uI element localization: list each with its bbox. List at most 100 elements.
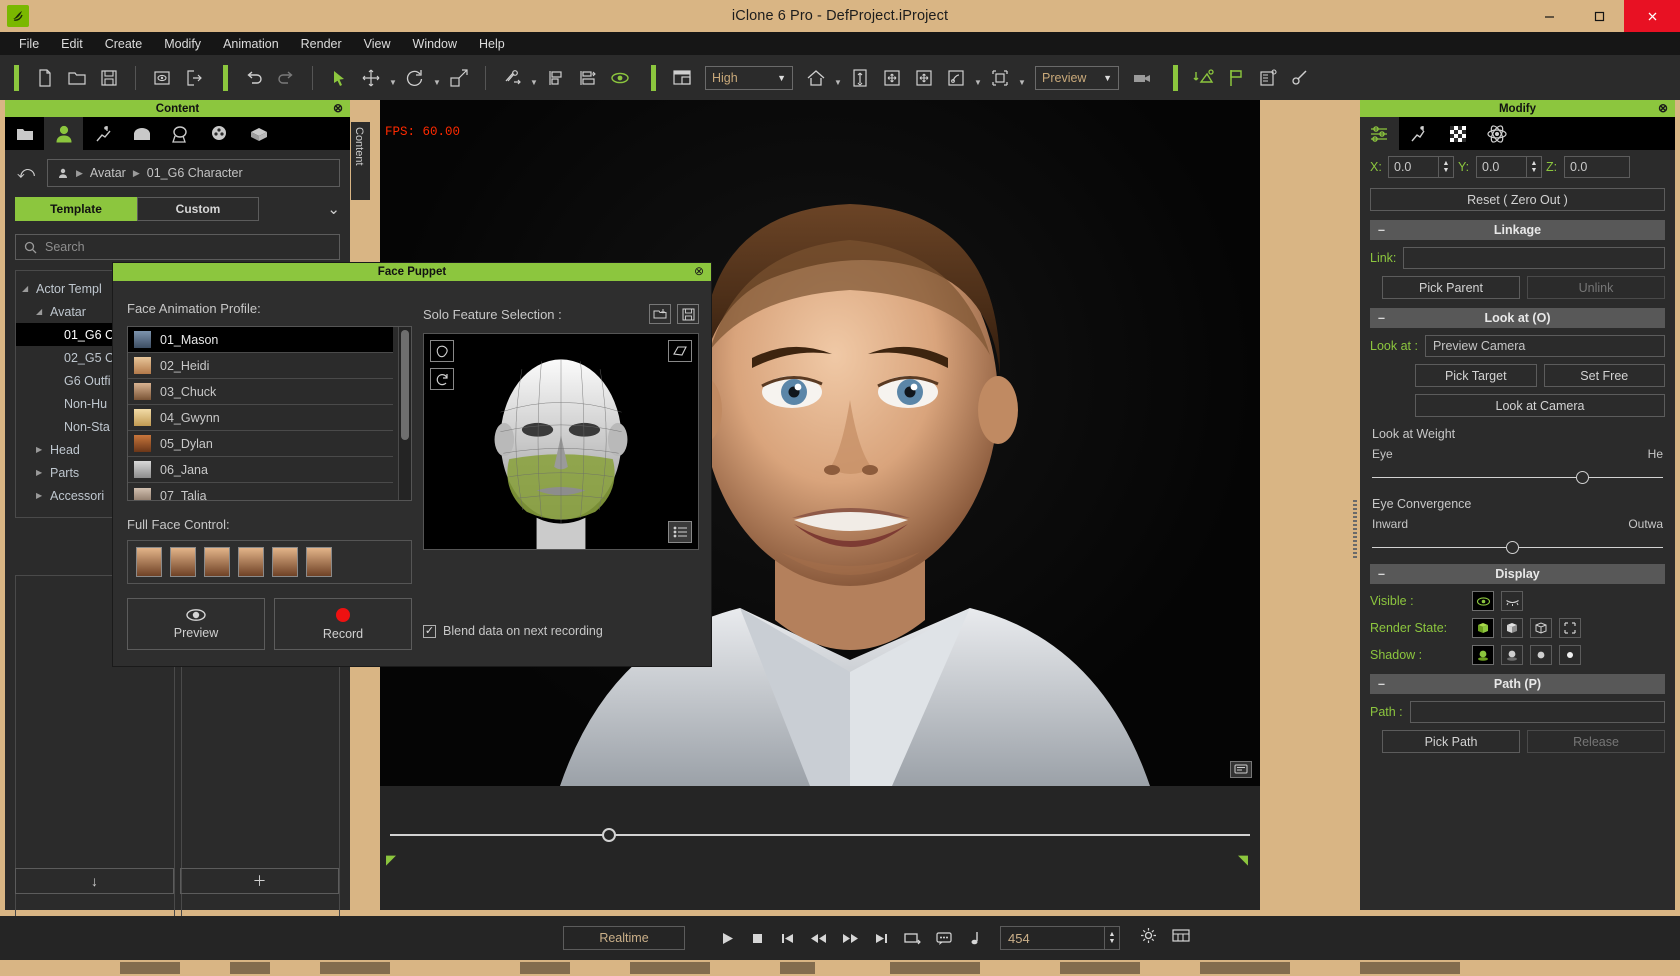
menu-item-help[interactable]: Help xyxy=(468,34,516,54)
first-frame-icon[interactable] xyxy=(780,931,795,946)
chevron-down-icon[interactable]: ⌄ xyxy=(327,200,340,218)
download-button[interactable]: ↓ xyxy=(15,868,174,894)
feature-list-icon[interactable] xyxy=(668,521,692,543)
modify-tab-attribute[interactable] xyxy=(1360,117,1399,150)
add-button[interactable]: ＋ xyxy=(180,868,339,894)
timeline-icon[interactable] xyxy=(1253,63,1283,93)
eye-convergence-slider[interactable] xyxy=(1372,541,1663,555)
close-icon[interactable]: ⊗ xyxy=(1658,101,1668,115)
select-arrow-icon[interactable] xyxy=(324,63,354,93)
pick-path-button[interactable]: Pick Path xyxy=(1382,730,1520,753)
mode-select[interactable]: Preview ▼ xyxy=(1035,65,1119,90)
eye-icon[interactable] xyxy=(605,63,635,93)
transform-x-input[interactable]: 0.0 ▲ ▼ xyxy=(1388,156,1454,178)
profile-item-06-jana[interactable]: 06_Jana xyxy=(128,457,393,483)
shaded-cube-icon[interactable] xyxy=(1501,618,1523,638)
bounding-box-icon[interactable] xyxy=(985,63,1015,93)
blend-checkbox-row[interactable]: ✓ Blend data on next recording xyxy=(423,624,699,638)
face-expression-thumb-5[interactable] xyxy=(272,547,298,577)
new-file-icon[interactable] xyxy=(30,63,60,93)
range-end-icon[interactable]: ◥ xyxy=(1238,852,1248,868)
profile-list-scroll-thumb[interactable] xyxy=(401,330,409,440)
panel-resize-grip[interactable] xyxy=(1353,500,1357,560)
wire-cube-icon[interactable] xyxy=(1530,618,1552,638)
pick-parent-button[interactable]: Pick Parent xyxy=(1382,276,1520,299)
menu-item-animation[interactable]: Animation xyxy=(212,34,290,54)
profile-item-07-talia[interactable]: 07_Talia xyxy=(128,483,393,500)
box-icon[interactable] xyxy=(1559,618,1581,638)
eye-slider-knob[interactable] xyxy=(1575,471,1589,484)
audio-icon[interactable] xyxy=(968,931,980,946)
rotate-dropdown-caret-icon[interactable]: ▼ xyxy=(432,64,442,92)
section-path[interactable]: – Path (P) xyxy=(1370,674,1665,694)
pick-target-button[interactable]: Pick Target xyxy=(1415,364,1537,387)
transform-z-input[interactable]: 0.0 xyxy=(1564,156,1630,178)
modify-tab-physics[interactable] xyxy=(1477,117,1516,150)
scale-icon[interactable] xyxy=(444,63,474,93)
face-puppet-titlebar[interactable]: Face Puppet ⊗ xyxy=(113,263,711,281)
redo-icon[interactable] xyxy=(271,63,301,93)
frame-number-stepper[interactable]: ▲ ▼ xyxy=(1104,927,1119,949)
menu-item-window[interactable]: Window xyxy=(402,34,468,54)
collapse-icon[interactable]: – xyxy=(1378,677,1385,691)
back-arrow-icon[interactable]: ⤺ xyxy=(15,163,37,183)
transform-icon[interactable] xyxy=(941,63,971,93)
content-vertical-tab[interactable]: Content xyxy=(351,122,370,200)
breadcrumb-part-character[interactable]: 01_G6 Character xyxy=(147,166,243,180)
axis-icon[interactable] xyxy=(909,63,939,93)
realtime-button[interactable]: Realtime xyxy=(563,926,685,950)
export-icon[interactable] xyxy=(179,63,209,93)
last-frame-icon[interactable] xyxy=(874,931,889,946)
collapse-icon[interactable]: – xyxy=(1378,567,1385,581)
face-expression-thumb-6[interactable] xyxy=(306,547,332,577)
maximize-button[interactable] xyxy=(1574,0,1624,32)
section-display[interactable]: – Display xyxy=(1370,564,1665,584)
eye-weight-slider[interactable] xyxy=(1372,471,1663,485)
ground-icon[interactable] xyxy=(845,63,875,93)
shadow-soft-icon[interactable] xyxy=(1501,645,1523,665)
prev-frame-icon[interactable] xyxy=(810,931,827,946)
layout-icon[interactable] xyxy=(667,63,697,93)
profile-list[interactable]: 01_Mason 02_Heidi 03_Chuck 04_Gwynn 05_D… xyxy=(127,326,412,501)
close-icon[interactable]: ⊗ xyxy=(333,101,343,115)
profile-item-03-chuck[interactable]: 03_Chuck xyxy=(128,379,393,405)
unlink-button[interactable]: Unlink xyxy=(1527,276,1665,299)
link-icon[interactable] xyxy=(497,63,527,93)
face-expression-thumb-3[interactable] xyxy=(204,547,230,577)
note-icon[interactable] xyxy=(1230,761,1252,778)
move-all-icon[interactable] xyxy=(877,63,907,93)
search-input[interactable]: Search xyxy=(15,234,340,260)
profile-item-01-mason[interactable]: 01_Mason xyxy=(128,327,393,353)
quality-select[interactable]: High ▼ xyxy=(705,65,793,90)
face-expression-thumb-4[interactable] xyxy=(238,547,264,577)
load-profile-icon[interactable] xyxy=(649,304,671,324)
flag-icon[interactable] xyxy=(1221,63,1251,93)
profile-item-04-gwynn[interactable]: 04_Gwynn xyxy=(128,405,393,431)
blend-checkbox[interactable]: ✓ xyxy=(423,624,436,638)
preview-window-icon[interactable] xyxy=(147,63,177,93)
content-tab-stage[interactable] xyxy=(122,117,161,150)
face-region-viewer[interactable] xyxy=(423,333,699,550)
record-button[interactable]: Record xyxy=(274,598,412,650)
look-at-input[interactable]: Preview Camera xyxy=(1424,335,1665,357)
transform-y-stepper[interactable]: ▲ ▼ xyxy=(1526,156,1541,178)
transform-x-stepper[interactable]: ▲ ▼ xyxy=(1438,156,1453,178)
link-input[interactable] xyxy=(1403,247,1665,269)
face-expression-thumb-1[interactable] xyxy=(136,547,162,577)
preview-button[interactable]: Preview xyxy=(127,598,265,650)
timeline-playhead[interactable] xyxy=(602,828,616,842)
modify-tab-material[interactable] xyxy=(1438,117,1477,150)
undo-icon[interactable] xyxy=(239,63,269,93)
profile-item-05-dylan[interactable]: 05_Dylan xyxy=(128,431,393,457)
physics-icon[interactable] xyxy=(1189,63,1219,93)
profile-item-02-heidi[interactable]: 02_Heidi xyxy=(128,353,393,379)
reset-view-icon[interactable] xyxy=(430,368,454,390)
menu-item-modify[interactable]: Modify xyxy=(153,34,212,54)
bounding-dropdown-caret-icon[interactable]: ▼ xyxy=(1017,64,1027,92)
home-icon[interactable] xyxy=(801,63,831,93)
subtitle-icon[interactable] xyxy=(936,931,953,946)
move-dropdown-caret-icon[interactable]: ▼ xyxy=(388,64,398,92)
content-tab-motion[interactable] xyxy=(83,117,122,150)
timeline-icon[interactable] xyxy=(1172,928,1190,948)
modify-tab-motion[interactable] xyxy=(1399,117,1438,150)
